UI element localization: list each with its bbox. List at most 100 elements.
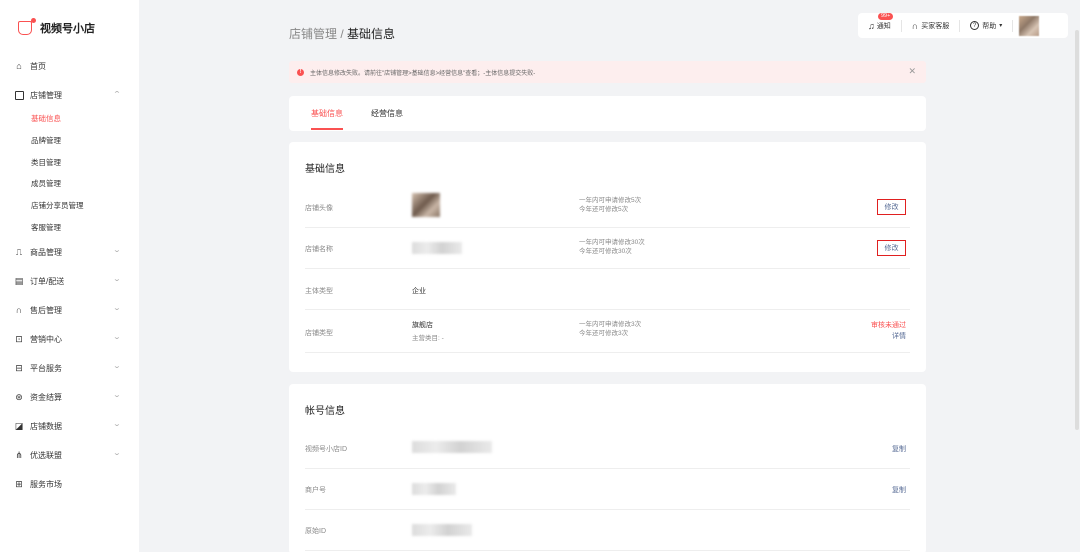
- row-store-type: 店铺类型 旗舰店 主营类目: - 一年内可申请修改3次 今年还可修改3次 审核未…: [305, 310, 910, 353]
- store-name-value: [412, 242, 462, 254]
- tab-business-info[interactable]: 经营信息: [371, 108, 403, 119]
- sidebar-subitem-customer-service[interactable]: 客服管理: [31, 222, 61, 234]
- sidebar-item-products[interactable]: ⎍ 商品管理 ⌄: [14, 245, 124, 259]
- edit-name-button[interactable]: 修改: [877, 240, 906, 256]
- page-scrollbar[interactable]: [1074, 0, 1080, 552]
- sidebar-item-platform[interactable]: ⊟ 平台服务 ⌄: [14, 361, 124, 375]
- sidebar-item-data[interactable]: ◪ 店铺数据 ⌄: [14, 419, 124, 433]
- entity-type-value: 企业: [412, 288, 426, 295]
- error-alert: ! 主体信息修改失败。请前往"店铺管理>基础信息>经营信息"查看；-主体信息提交…: [289, 61, 926, 83]
- page-title: 基础信息: [347, 27, 396, 41]
- details-link[interactable]: 详情: [892, 331, 906, 341]
- sidebar-item-label: 服务市场: [30, 479, 62, 489]
- row-label: 商户号: [305, 487, 326, 494]
- row-hint-remaining: 今年还可修改30次: [579, 248, 632, 255]
- grid-icon: ⊞: [15, 478, 23, 489]
- sidebar-subitem-members[interactable]: 成员管理: [31, 178, 61, 190]
- alert-message: 主体信息修改失败。请前往"店铺管理>基础信息>经营信息"查看；-主体信息提交失败…: [310, 70, 536, 77]
- shop-id-value: [412, 441, 492, 453]
- section-title: 基础信息: [305, 164, 345, 175]
- briefcase-icon: ⊟: [15, 362, 23, 373]
- help-button[interactable]: ? 帮助 ▾: [960, 19, 1014, 32]
- close-icon[interactable]: ✕: [908, 66, 916, 77]
- sidebar-subitem-basic-info[interactable]: 基础信息: [31, 113, 61, 125]
- buyer-service-button[interactable]: ∩ 买家客服: [902, 19, 961, 32]
- sidebar-item-orders[interactable]: ▤ 订单/配送 ⌄: [14, 274, 124, 288]
- row-hint-limit: 一年内可申请修改3次: [579, 321, 642, 328]
- bell-icon: ♫: [868, 20, 875, 31]
- chevron-down-icon: ⌄: [112, 276, 122, 283]
- sidebar-subitem-category[interactable]: 类目管理: [31, 157, 61, 169]
- bag-icon: ⎍: [15, 246, 23, 257]
- store-icon: [14, 90, 24, 100]
- breadcrumb-parent[interactable]: 店铺管理: [289, 27, 337, 41]
- sidebar-item-label: 店铺数据: [30, 421, 62, 431]
- app-name: 视频号小店: [40, 23, 95, 35]
- sidebar: 视频号小店 ⌂ 首页 店铺管理 ⌄ 基础信息 品牌管理 类目管理 成员管理 店铺…: [0, 0, 139, 552]
- chevron-down-icon: ⌄: [112, 421, 122, 428]
- sidebar-item-label: 优选联盟: [30, 450, 62, 460]
- merchant-id-value: [412, 483, 456, 495]
- row-label: 店铺头像: [305, 205, 333, 212]
- headset-icon: ∩: [15, 304, 23, 315]
- chevron-down-icon: ⌄: [112, 450, 122, 457]
- copy-merchant-id-button[interactable]: 复制: [892, 485, 906, 495]
- coin-icon: ⊛: [15, 391, 23, 402]
- original-id-value: [412, 524, 472, 536]
- breadcrumb: 店铺管理 / 基础信息: [289, 25, 395, 42]
- chart-icon: ◪: [14, 420, 24, 431]
- row-hint-remaining: 今年还可修改5次: [579, 206, 629, 213]
- row-store-avatar: 店铺头像 一年内可申请修改5次 今年还可修改5次 修改: [305, 186, 910, 228]
- chevron-up-icon: ⌄: [112, 89, 122, 96]
- row-shop-id: 视频号小店ID 复制: [305, 428, 910, 469]
- basic-info-card: 基础信息 店铺头像 一年内可申请修改5次 今年还可修改5次 修改 店铺名称 一年…: [289, 142, 926, 372]
- account-info-card: 帐号信息 视频号小店ID 复制 商户号 复制 原始ID: [289, 384, 926, 552]
- caret-down-icon: ▾: [999, 23, 1003, 29]
- tab-basic-info[interactable]: 基础信息: [311, 108, 343, 130]
- notification-count-badge: 99+: [878, 12, 894, 20]
- sidebar-item-label: 商品管理: [30, 247, 62, 257]
- sidebar-item-home[interactable]: ⌂ 首页: [14, 59, 124, 73]
- row-entity-type: 主体类型 企业: [305, 269, 910, 310]
- notifications-label: 通知: [876, 22, 891, 30]
- row-label: 主体类型: [305, 288, 333, 295]
- sidebar-item-store[interactable]: 店铺管理 ⌄: [14, 88, 124, 102]
- network-icon: ⋔: [15, 449, 23, 460]
- sidebar-item-label: 资金结算: [30, 392, 62, 402]
- sidebar-subitem-sharers[interactable]: 店铺分享员管理: [31, 200, 84, 212]
- sidebar-item-label: 营销中心: [30, 334, 62, 344]
- sidebar-item-aftersales[interactable]: ∩ 售后管理 ⌄: [14, 303, 124, 317]
- chevron-down-icon: ⌄: [112, 392, 122, 399]
- sidebar-item-alliance[interactable]: ⋔ 优选联盟 ⌄: [14, 448, 124, 462]
- row-label: 店铺类型: [305, 330, 333, 337]
- edit-avatar-button[interactable]: 修改: [877, 199, 906, 215]
- sidebar-item-label: 平台服务: [30, 363, 62, 373]
- sidebar-item-label: 售后管理: [30, 305, 62, 315]
- notifications-button[interactable]: ♫ 通知 99+: [858, 12, 902, 32]
- shop-bag-icon: [18, 18, 36, 35]
- sidebar-item-market[interactable]: ⊞ 服务市场: [14, 477, 124, 491]
- section-title: 帐号信息: [305, 406, 345, 417]
- row-merchant-id: 商户号 复制: [305, 469, 910, 510]
- main-category-value: 主营类目: -: [412, 335, 444, 342]
- copy-shop-id-button[interactable]: 复制: [892, 444, 906, 454]
- row-label: 店铺名称: [305, 246, 333, 253]
- buyer-service-label: 买家客服: [921, 22, 950, 30]
- sidebar-item-label: 首页: [30, 61, 46, 71]
- app-logo[interactable]: 视频号小店: [18, 18, 95, 36]
- store-avatar-image: [412, 193, 440, 217]
- clipboard-icon: ▤: [14, 275, 24, 286]
- breadcrumb-separator: /: [337, 27, 348, 41]
- home-icon: ⌂: [16, 60, 22, 71]
- user-avatar[interactable]: [1019, 15, 1040, 36]
- row-hint-limit: 一年内可申请修改5次: [579, 197, 642, 204]
- sidebar-item-label: 店铺管理: [30, 90, 62, 100]
- sidebar-item-finance[interactable]: ⊛ 资金结算 ⌄: [14, 390, 124, 404]
- sidebar-item-marketing[interactable]: ⊡ 营销中心 ⌄: [14, 332, 124, 346]
- sidebar-subitem-brand[interactable]: 品牌管理: [31, 135, 61, 147]
- row-label: 原始ID: [305, 528, 326, 535]
- scrollbar-thumb[interactable]: [1075, 30, 1079, 430]
- tabs-card: 基础信息 经营信息: [289, 96, 926, 131]
- chevron-down-icon: ⌄: [112, 305, 122, 312]
- row-hint-remaining: 今年还可修改3次: [579, 330, 629, 337]
